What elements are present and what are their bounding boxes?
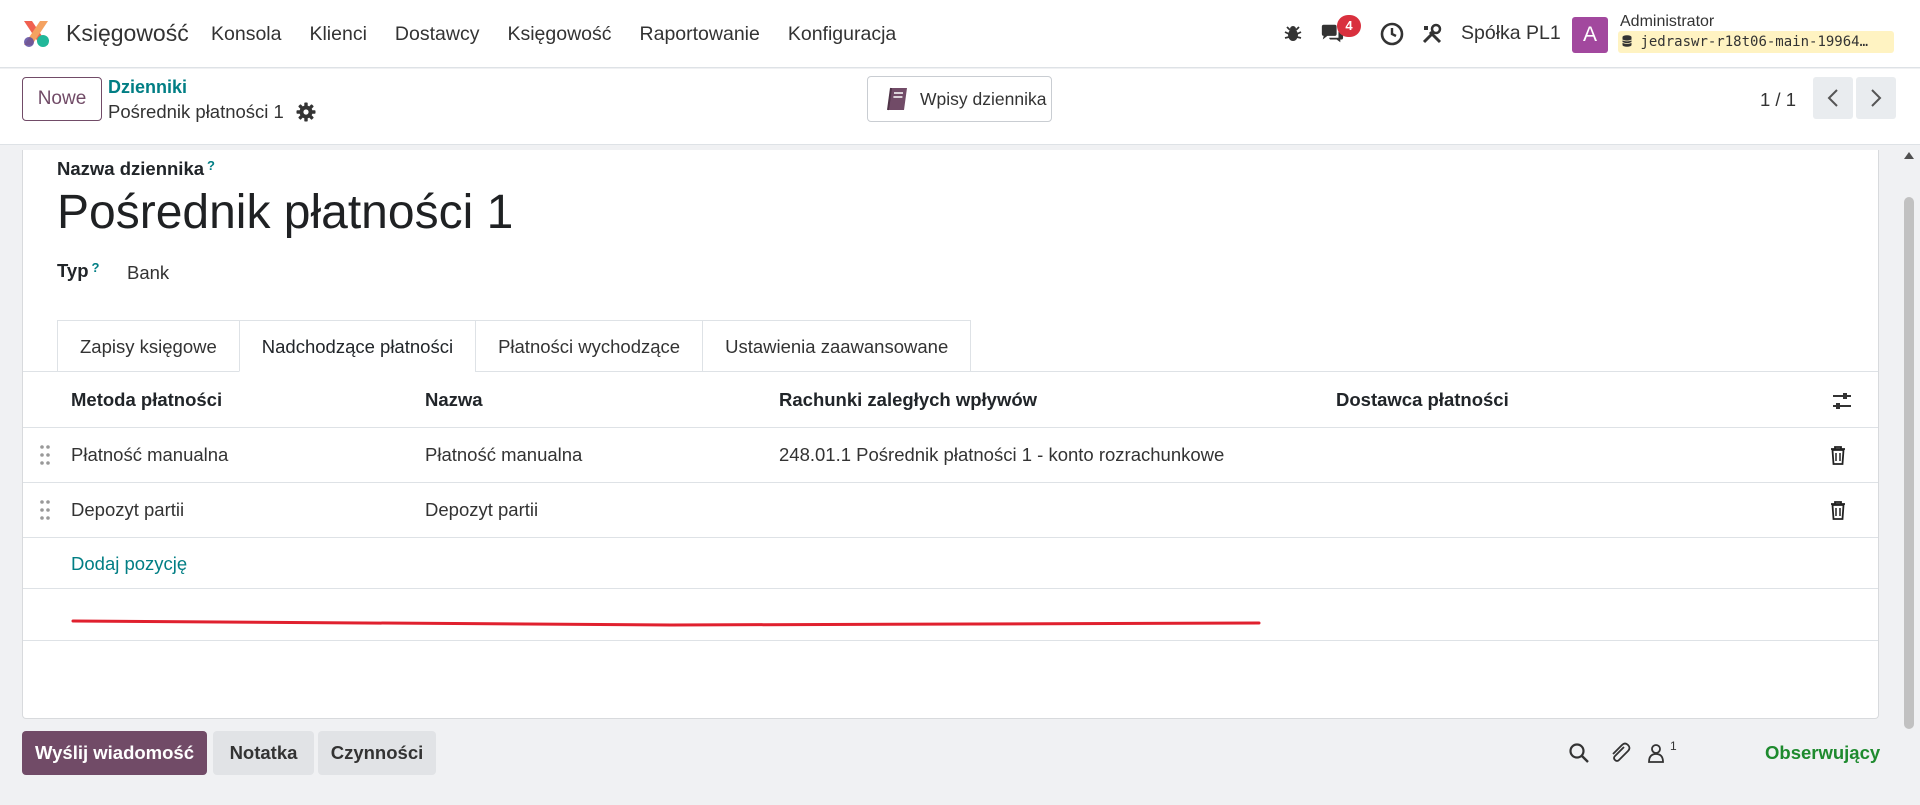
database-icon: [1622, 35, 1632, 47]
messages-count-badge: 4: [1337, 15, 1361, 37]
type-label-text: Typ: [57, 260, 89, 281]
column-payment-provider[interactable]: Dostawca płatności: [1336, 389, 1509, 411]
cell-outstanding-account[interactable]: 248.01.1 Pośrednik płatności 1 - konto r…: [779, 444, 1224, 466]
main-menu: Konsola Klienci Dostawcy Księgowość Rapo…: [211, 0, 924, 68]
user-avatar[interactable]: A: [1572, 17, 1608, 53]
journal-entries-button[interactable]: Wpisy dziennika: [867, 76, 1052, 122]
menu-raportowanie[interactable]: Raportowanie: [640, 0, 760, 68]
column-outstanding-receipts-account[interactable]: Rachunki zaległych wpływów: [779, 389, 1037, 411]
cell-payment-method[interactable]: Płatność manualna: [71, 444, 228, 466]
top-navbar: Księgowość Konsola Klienci Dostawcy Księ…: [0, 0, 1920, 68]
notebook-tabs: Zapisy księgowe Nadchodzące płatności Pł…: [57, 320, 972, 372]
pager-next-button[interactable]: [1856, 77, 1896, 119]
journal-entries-label: Wpisy dziennika: [920, 88, 1047, 109]
breadcrumb-current: Pośrednik płatności 1: [108, 101, 284, 122]
activity-clock-icon[interactable]: [1380, 22, 1404, 46]
follow-button[interactable]: Obserwujący: [1765, 742, 1880, 764]
control-panel: Nowe Dzienniki Pośrednik płatności 1 Wpi…: [0, 69, 1920, 145]
pager-value[interactable]: 1 / 1: [1760, 89, 1796, 111]
company-switcher[interactable]: Spółka PL1: [1461, 22, 1561, 45]
menu-konsola[interactable]: Konsola: [211, 0, 281, 68]
menu-dostawcy[interactable]: Dostawcy: [395, 0, 480, 68]
log-note-button[interactable]: Notatka: [213, 731, 314, 775]
add-line-row: Dodaj pozycję: [23, 538, 1878, 589]
trash-icon[interactable]: [1829, 500, 1847, 520]
scrollbar-thumb[interactable]: [1904, 197, 1914, 729]
scroll-up-arrow-icon[interactable]: [1904, 152, 1914, 159]
column-name[interactable]: Nazwa: [425, 389, 483, 411]
tab-incoming-payments[interactable]: Nadchodzące płatności: [238, 320, 476, 372]
trash-icon[interactable]: [1829, 445, 1847, 465]
followers-count: 1: [1670, 739, 1677, 753]
drag-handle-icon[interactable]: [39, 444, 51, 466]
table-row[interactable]: Depozyt partii Depozyt partii: [23, 483, 1878, 538]
chevron-right-icon: [1871, 89, 1882, 107]
database-name: jedraswr-r18t06-main-19964…: [1618, 31, 1894, 53]
menu-klienci[interactable]: Klienci: [309, 0, 366, 68]
app-logo-icon[interactable]: [22, 18, 50, 48]
journal-name-label-text: Nazwa dziennika: [57, 158, 205, 179]
book-icon: [887, 87, 907, 111]
user-name[interactable]: Administrator: [1620, 13, 1714, 31]
followers-user-icon[interactable]: [1645, 742, 1667, 764]
new-button[interactable]: Nowe: [22, 77, 102, 121]
tab-outgoing-payments[interactable]: Płatności wychodzące: [475, 320, 703, 372]
tab-advanced-settings[interactable]: Ustawienia zaawansowane: [702, 320, 972, 372]
payment-methods-table: Metoda płatności Nazwa Rachunki zaległyc…: [23, 372, 1878, 641]
search-icon[interactable]: [1568, 742, 1590, 764]
optional-columns-sliders-icon[interactable]: [1832, 392, 1852, 410]
send-message-button[interactable]: Wyślij wiadomość: [22, 731, 207, 775]
breadcrumb-parent[interactable]: Dzienniki: [108, 77, 187, 98]
cell-payment-method[interactable]: Depozyt partii: [71, 499, 184, 521]
debug-bug-icon[interactable]: [1281, 22, 1305, 46]
drag-handle-icon[interactable]: [39, 499, 51, 521]
table-row[interactable]: Płatność manualna Płatność manualna 248.…: [23, 428, 1878, 483]
app-name[interactable]: Księgowość: [66, 20, 189, 47]
menu-ksiegowosc[interactable]: Księgowość: [507, 0, 611, 68]
pager-previous-button[interactable]: [1813, 77, 1853, 119]
gear-icon[interactable]: [296, 102, 316, 122]
paperclip-icon[interactable]: [1609, 742, 1631, 764]
cell-name[interactable]: Płatność manualna: [425, 444, 582, 466]
table-header: Metoda płatności Nazwa Rachunki zaległyc…: [23, 372, 1878, 428]
help-tooltip-icon[interactable]: ?: [92, 260, 100, 275]
tab-journal-entries[interactable]: Zapisy księgowe: [57, 320, 239, 372]
column-payment-method[interactable]: Metoda płatności: [71, 389, 222, 411]
help-tooltip-icon[interactable]: ?: [207, 158, 215, 173]
form-sheet: Nazwa dziennika? Pośrednik płatności 1 T…: [22, 150, 1879, 719]
journal-name-field[interactable]: Pośrednik płatności 1: [57, 185, 513, 240]
type-field[interactable]: Bank: [127, 262, 169, 284]
journal-name-label: Nazwa dziennika?: [57, 158, 215, 180]
activities-button[interactable]: Czynności: [318, 731, 436, 775]
tools-icon[interactable]: [1420, 22, 1444, 46]
empty-row: [23, 589, 1878, 641]
cell-name[interactable]: Depozyt partii: [425, 499, 538, 521]
type-label: Typ?: [57, 260, 99, 282]
chevron-left-icon: [1827, 89, 1838, 107]
menu-konfiguracja[interactable]: Konfiguracja: [788, 0, 896, 68]
add-line-link[interactable]: Dodaj pozycję: [71, 553, 187, 575]
red-annotation-underline: [71, 619, 1261, 627]
database-name-text: jedraswr-r18t06-main-19964…: [1640, 34, 1869, 50]
